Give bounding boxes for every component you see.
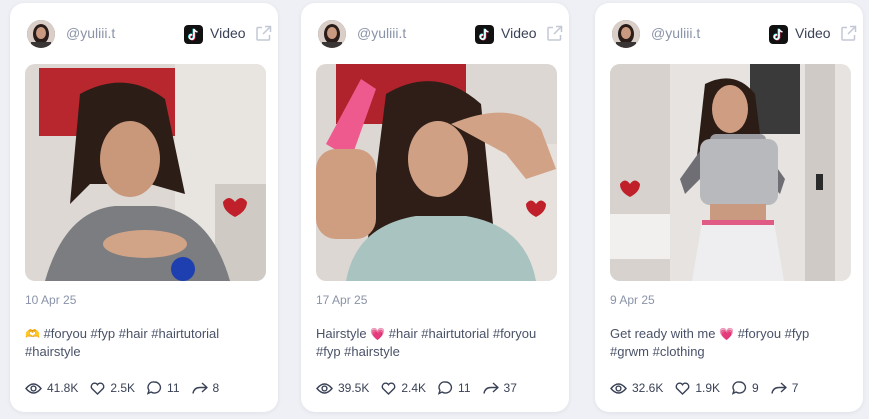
caption-text: Hairstyle [316, 326, 367, 341]
avatar[interactable] [318, 20, 346, 48]
content-type-label: Video [795, 25, 831, 41]
video-thumbnail[interactable] [316, 64, 557, 281]
external-link-icon[interactable] [840, 25, 857, 42]
avatar[interactable] [27, 20, 55, 48]
comments-stat: 11 [438, 381, 471, 395]
content-type-label: Video [210, 25, 246, 41]
shares-stat: 7 [771, 381, 799, 395]
external-link-icon[interactable] [546, 25, 563, 42]
post-card[interactable]: @yuliii.t Video 9 Apr 25 Get ready with … [595, 3, 863, 412]
share-icon [191, 381, 208, 394]
username[interactable]: @yuliii.t [357, 25, 406, 41]
likes-count: 1.9K [695, 381, 721, 395]
card-header: @yuliii.t Video [10, 3, 278, 63]
caption-hashtags: #foryou #fyp [737, 326, 810, 341]
likes-stat: 2.4K [381, 381, 426, 395]
post-date: 10 Apr 25 [25, 293, 77, 307]
comment-icon [732, 381, 747, 395]
heart-hands-emoji: 🫶 [25, 327, 40, 341]
views-count: 41.8K [47, 381, 79, 395]
shares-stat: 37 [482, 381, 517, 395]
caption-text: Get ready with me [610, 326, 716, 341]
likes-count: 2.4K [401, 381, 427, 395]
comments-count: 11 [167, 381, 180, 395]
eye-icon [610, 382, 627, 394]
caption-line-2: #hairstyle [25, 344, 81, 359]
likes-stat: 2.5K [90, 381, 135, 395]
heart-icon [381, 381, 396, 395]
post-caption: Get ready with me 💗 #foryou #fyp #grwm #… [610, 325, 850, 361]
share-icon [771, 381, 787, 394]
shares-count: 37 [503, 381, 517, 395]
views-stat: 32.6K [610, 381, 663, 395]
shares-count: 8 [212, 381, 220, 395]
heart-icon [675, 381, 690, 395]
post-date: 9 Apr 25 [610, 293, 655, 307]
avatar[interactable] [612, 20, 640, 48]
likes-stat: 1.9K [675, 381, 720, 395]
shares-stat: 8 [191, 381, 220, 395]
comment-icon [438, 381, 453, 395]
views-count: 32.6K [632, 381, 664, 395]
comments-stat: 9 [732, 381, 759, 395]
username[interactable]: @yuliii.t [66, 25, 115, 41]
post-caption: Hairstyle 💗 #hair #hairtutorial #foryou … [316, 325, 556, 361]
caption-line-2: #fyp #hairstyle [316, 344, 400, 359]
heart-icon [90, 381, 105, 395]
eye-icon [25, 382, 42, 394]
video-thumbnail[interactable] [610, 64, 851, 281]
caption-line-2: #grwm #clothing [610, 344, 705, 359]
share-icon [482, 381, 499, 394]
caption-hashtags: #hair #hairtutorial #foryou [388, 326, 537, 341]
video-thumbnail[interactable] [25, 64, 266, 281]
comments-count: 9 [752, 381, 759, 395]
tiktok-icon [184, 25, 203, 44]
views-stat: 39.5K [316, 381, 369, 395]
external-link-icon[interactable] [255, 25, 272, 42]
post-caption: 🫶 #foryou #fyp #hair #hairtutorial #hair… [25, 325, 265, 361]
views-count: 39.5K [338, 381, 370, 395]
likes-count: 2.5K [110, 381, 136, 395]
post-card[interactable]: @yuliii.t Video 10 Apr 25 🫶 #foryou #fyp… [10, 3, 278, 412]
tiktok-icon [475, 25, 494, 44]
post-stats: 41.8K 2.5K 11 8 [25, 379, 268, 397]
caption-hashtags: #foryou #fyp #hair #hairtutorial [43, 326, 220, 341]
username[interactable]: @yuliii.t [651, 25, 700, 41]
content-type-label: Video [501, 25, 537, 41]
comment-icon [147, 381, 162, 395]
comments-count: 11 [458, 381, 471, 395]
post-date: 17 Apr 25 [316, 293, 368, 307]
post-stats: 39.5K 2.4K 11 37 [316, 379, 559, 397]
card-header: @yuliii.t Video [301, 3, 569, 63]
pink-heart-emoji: 💗 [370, 327, 386, 341]
comments-stat: 11 [147, 381, 180, 395]
tiktok-icon [769, 25, 788, 44]
card-header: @yuliii.t Video [595, 3, 863, 63]
eye-icon [316, 382, 333, 394]
post-stats: 32.6K 1.9K 9 7 [610, 379, 853, 397]
views-stat: 41.8K [25, 381, 78, 395]
post-card[interactable]: @yuliii.t Video 17 Apr 25 Hairstyle 💗 #h… [301, 3, 569, 412]
shares-count: 7 [791, 381, 799, 395]
pink-heart-emoji: 💗 [719, 327, 735, 341]
